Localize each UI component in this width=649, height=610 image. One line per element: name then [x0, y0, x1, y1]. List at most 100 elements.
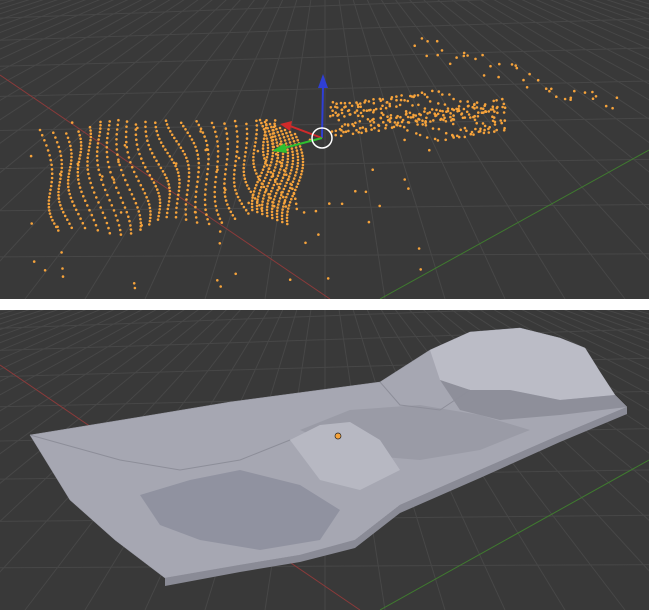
point-marker — [276, 144, 279, 147]
contour-points[interactable] — [29, 37, 619, 290]
point-marker — [334, 133, 338, 137]
point-marker — [502, 102, 506, 106]
point-marker — [183, 153, 187, 156]
point-marker — [273, 135, 277, 138]
point-marker — [215, 209, 219, 212]
point-marker — [256, 180, 259, 184]
point-marker — [140, 224, 143, 227]
point-marker — [214, 175, 218, 179]
viewport-top[interactable] — [0, 0, 649, 299]
point-marker — [223, 172, 227, 176]
point-marker — [362, 109, 366, 112]
point-marker — [436, 139, 440, 142]
point-marker — [253, 144, 257, 148]
point-marker — [126, 183, 129, 187]
point-marker — [250, 199, 254, 202]
point-marker — [425, 136, 429, 139]
point-marker — [117, 191, 120, 195]
point-marker — [473, 118, 477, 122]
point-marker — [258, 189, 262, 192]
point-marker — [115, 133, 118, 136]
point-marker — [184, 128, 187, 131]
point-marker — [270, 139, 274, 142]
point-marker — [127, 156, 131, 159]
point-marker — [178, 185, 181, 189]
point-marker — [175, 168, 179, 171]
point-cloud-scene[interactable] — [0, 0, 649, 299]
point-marker — [86, 152, 90, 156]
gizmo-z-arrow-icon[interactable] — [318, 74, 328, 88]
point-marker — [331, 109, 334, 112]
point-marker — [290, 133, 293, 137]
point-marker — [492, 99, 496, 103]
point-marker — [489, 64, 492, 68]
point-marker — [384, 106, 388, 110]
point-marker — [175, 139, 178, 143]
gizmo-x-axis[interactable] — [289, 125, 323, 139]
point-marker — [444, 138, 448, 142]
point-marker — [446, 109, 450, 113]
point-marker — [451, 122, 455, 126]
point-marker — [117, 118, 120, 122]
point-marker — [266, 140, 269, 143]
point-marker — [291, 156, 295, 160]
point-marker — [107, 128, 110, 131]
point-marker — [437, 127, 441, 131]
point-marker — [285, 131, 288, 135]
point-marker — [390, 97, 393, 101]
point-marker — [76, 162, 80, 166]
viewport-bottom[interactable] — [0, 310, 649, 610]
point-marker — [281, 176, 285, 179]
point-marker — [67, 172, 71, 175]
point-marker — [273, 195, 277, 198]
point-marker — [347, 109, 351, 112]
point-marker — [58, 200, 61, 204]
object-origin-icon[interactable] — [334, 432, 342, 440]
point-marker — [300, 169, 304, 173]
point-marker — [43, 139, 46, 142]
point-marker — [265, 123, 268, 127]
point-marker — [260, 171, 264, 175]
point-marker — [233, 217, 237, 220]
point-marker — [338, 127, 342, 131]
grid-line — [0, 0, 58, 20]
point-marker — [115, 148, 119, 151]
point-marker — [289, 186, 292, 190]
point-marker — [128, 219, 131, 223]
point-marker — [264, 176, 267, 180]
point-marker — [95, 150, 99, 153]
point-marker — [421, 123, 425, 126]
point-marker — [270, 213, 274, 217]
point-marker — [261, 144, 265, 147]
point-marker — [179, 121, 183, 125]
point-marker — [115, 138, 118, 141]
point-marker — [132, 282, 136, 285]
point-marker — [168, 196, 171, 200]
point-marker — [477, 111, 480, 114]
point-marker — [177, 174, 181, 178]
point-marker — [295, 135, 298, 139]
point-marker — [141, 188, 145, 191]
point-marker — [424, 124, 428, 127]
point-marker — [462, 107, 466, 111]
point-marker — [355, 128, 358, 132]
point-marker — [260, 206, 264, 210]
point-marker — [161, 170, 165, 173]
point-marker — [604, 104, 608, 108]
point-marker — [121, 201, 125, 204]
point-marker — [400, 94, 403, 97]
point-marker — [184, 213, 188, 216]
point-marker — [157, 214, 160, 218]
point-marker — [70, 226, 73, 230]
grid-line — [0, 0, 117, 299]
mesh-scene[interactable] — [0, 310, 649, 610]
point-marker — [144, 130, 148, 133]
point-marker — [193, 210, 197, 214]
point-marker — [66, 182, 70, 185]
point-marker — [60, 251, 63, 254]
gizmo-z-axis[interactable] — [321, 85, 324, 139]
point-marker — [57, 190, 60, 194]
point-marker — [49, 184, 53, 188]
point-marker — [287, 138, 291, 141]
point-marker — [377, 129, 381, 132]
